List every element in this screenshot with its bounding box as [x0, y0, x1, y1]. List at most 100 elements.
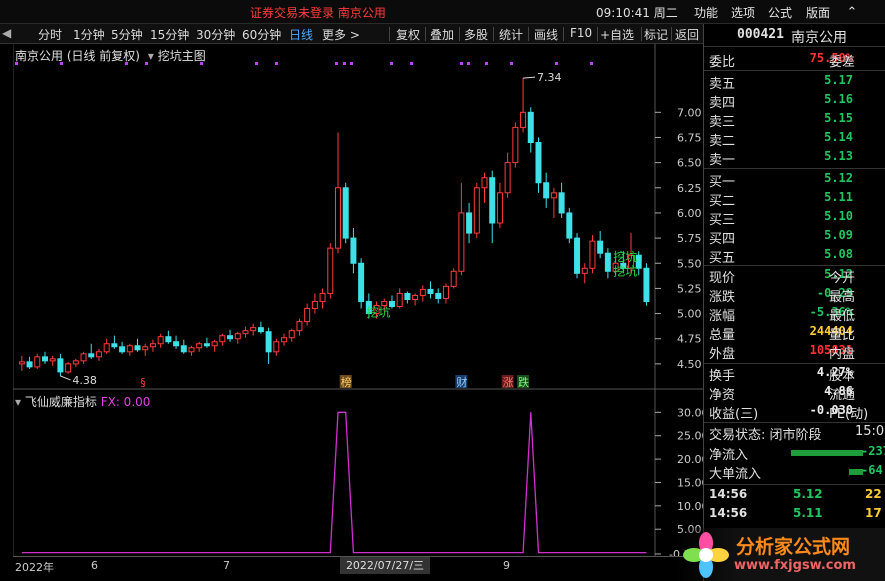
indicator-name[interactable]: 挖坑主图	[158, 49, 206, 63]
candle-body	[88, 353, 95, 358]
fund-row-right-label: 股本	[829, 369, 856, 384]
candle-body	[257, 327, 264, 333]
menu-formula[interactable]: 公式	[768, 4, 792, 21]
fund-row: 换手 4.27% 股本	[709, 365, 885, 384]
back-button[interactable]: 返回	[675, 26, 699, 43]
period-1min[interactable]: 1分钟	[73, 26, 105, 43]
add-watchlist-button[interactable]: +自选	[600, 26, 634, 43]
period-60min[interactable]: 60分钟	[242, 26, 281, 43]
fund-row-label: 换手	[709, 369, 736, 384]
candle-body	[80, 353, 87, 362]
quote-row: 涨幅 -5.36% 最低	[709, 305, 885, 324]
candle-body	[412, 294, 419, 300]
quote-row-right-label: 最低	[829, 309, 856, 324]
weibi-row: 委比 75.50% 委差	[709, 51, 885, 70]
candle-body	[57, 358, 64, 373]
ask-row: 卖三 5.15	[709, 111, 885, 130]
candle-body	[34, 356, 41, 368]
ask-row: 卖四 5.16	[709, 92, 885, 111]
quote-row: 外盘 105831 内盘	[709, 343, 885, 362]
candle-body	[281, 337, 288, 343]
chevron-down-icon[interactable]: ▾	[148, 49, 154, 63]
candle-body	[319, 292, 326, 302]
chart-title-text: 南京公用 (日线 前复权)	[15, 49, 140, 63]
signal-label: 挖坑	[367, 305, 391, 320]
candle-body	[134, 345, 141, 351]
candle-body	[250, 327, 257, 332]
bid-row-value: 5.08	[824, 247, 853, 261]
signal-dot	[590, 62, 593, 65]
candle-body	[419, 288, 426, 296]
quote-row-right-label: 量比	[829, 328, 856, 343]
price-tick-label: 4.50	[677, 358, 702, 371]
candle-body	[103, 343, 110, 353]
period-30min[interactable]: 30分钟	[196, 26, 235, 43]
period-5min[interactable]: 5分钟	[111, 26, 143, 43]
price-tick-label: 6.75	[677, 131, 702, 144]
chevron-up-icon[interactable]: ⌃	[845, 5, 859, 20]
clock: 09:10:41 周二	[596, 6, 678, 20]
draw-button[interactable]: 画线	[534, 26, 558, 43]
quote-panel: 000421 南京公用 委比 75.50% 委差 卖五 5.17 卖四 5.16 卖三 5…	[703, 24, 885, 581]
candle-body	[574, 237, 581, 274]
mark-button[interactable]: 标记	[644, 26, 668, 43]
signal-dot	[555, 62, 558, 65]
event-marker-label: 榜	[341, 375, 352, 389]
overlay-button[interactable]: 叠加	[430, 26, 454, 43]
bid-row-value: 5.09	[824, 228, 853, 242]
candle-body	[296, 321, 303, 332]
period-minute[interactable]: 分时	[38, 26, 62, 43]
signal-dot	[390, 62, 393, 65]
menu-function[interactable]: 功能	[694, 4, 718, 21]
candle-body	[496, 192, 503, 224]
candle-body	[427, 288, 434, 294]
fx-tick-label: 15.00	[677, 476, 703, 489]
fx-tick-label: 25.00	[677, 430, 703, 443]
candle-body	[442, 285, 449, 299]
signal-dot	[275, 62, 278, 65]
candle-body	[473, 187, 480, 234]
period-15min[interactable]: 15分钟	[150, 26, 189, 43]
candle-body	[49, 358, 56, 362]
signal-dot	[255, 62, 258, 65]
period-more[interactable]: 更多 >	[322, 26, 360, 43]
candle-body	[119, 346, 126, 353]
period-daily[interactable]: 日线	[289, 26, 313, 43]
bid-row: 买一 5.12	[709, 171, 885, 190]
weibi-label: 委比	[709, 55, 736, 70]
adjust-button[interactable]: 复权	[396, 26, 420, 43]
chart-area[interactable]: 7.00 6.75 6.50 6.25 6.00 5.75 5.50 5.25 5.00 4.75…	[13, 44, 703, 580]
panel-toggle-icon[interactable]: ◀	[2, 26, 11, 40]
multi-stock-button[interactable]: 多股	[464, 26, 488, 43]
candle-body	[458, 212, 465, 272]
price-tick-label: 5.50	[677, 257, 702, 270]
chevron-down-icon[interactable]: ▾	[15, 395, 21, 409]
weicha-label: 委差	[829, 55, 856, 70]
price-tick-label: 5.25	[677, 282, 702, 295]
f10-button[interactable]: F10	[570, 26, 592, 40]
fund-row: 净资 4.86 流通	[709, 384, 885, 403]
price-tick-label: 6.25	[677, 182, 702, 195]
candle-body	[288, 330, 295, 339]
menu-options[interactable]: 选项	[731, 4, 755, 21]
fund-row-label: 净资	[709, 388, 736, 403]
trade-state: 交易状态: 闭市阶段	[709, 428, 822, 443]
ask-row-value: 5.13	[824, 149, 853, 163]
candle-body	[227, 335, 234, 340]
price-tick-label: 5.00	[677, 308, 702, 321]
candle-body	[535, 142, 542, 184]
x-label: 9	[503, 559, 510, 572]
candle-body	[643, 267, 650, 302]
ask-row-label: 卖三	[709, 115, 736, 130]
stock-name: 南京公用	[791, 30, 847, 46]
candle-body	[65, 363, 72, 373]
ask-row-label: 卖五	[709, 77, 736, 92]
fx-tick-label: 30.00	[677, 406, 703, 419]
kline-chart[interactable]: 7.00 6.75 6.50 6.25 6.00 5.75 5.50 5.25 5.00 4.75…	[13, 44, 703, 556]
candle-body	[211, 341, 218, 347]
stats-button[interactable]: 统计	[499, 26, 523, 43]
ask-row-value: 5.16	[824, 92, 853, 106]
sub-indicator-name[interactable]: 飞仙威廉指标	[25, 395, 97, 409]
menu-layout[interactable]: 版面	[806, 4, 830, 21]
login-status[interactable]: 证券交易未登录 南京公用	[250, 4, 386, 21]
